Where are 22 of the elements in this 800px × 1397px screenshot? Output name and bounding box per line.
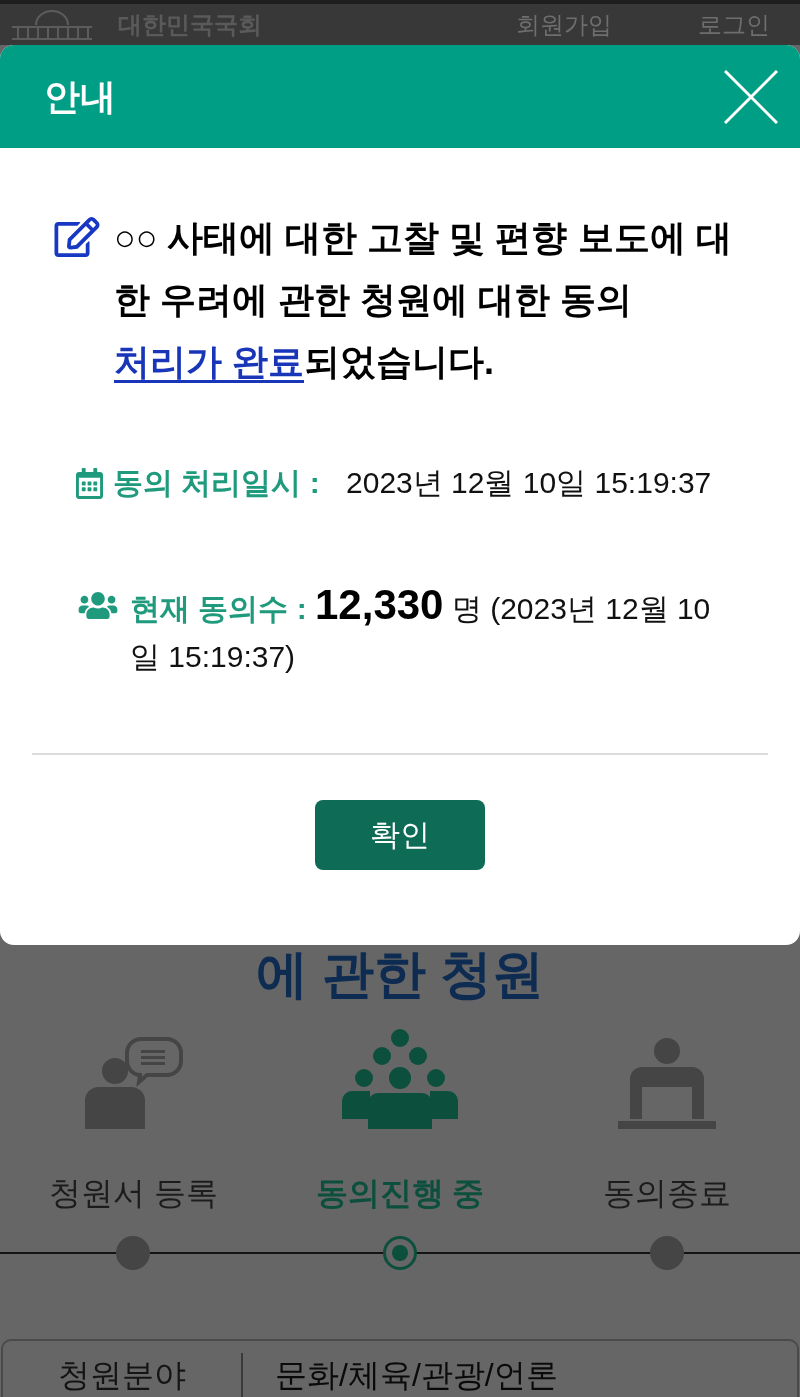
close-button[interactable] xyxy=(724,69,778,124)
petition-title: 에 관한 청원 xyxy=(255,945,545,1003)
group-of-people-icon xyxy=(342,1029,458,1129)
date-value: 2023년 12월 10일 15:19:37 xyxy=(346,466,712,499)
agreement-count-text: 현재 동의수 : 12,330 명 (2023년 12월 10일 15:19:37) xyxy=(130,581,712,675)
close-icon xyxy=(724,69,778,124)
confirm-button[interactable]: 확인 xyxy=(315,800,485,870)
step-label: 청원서 등록 xyxy=(48,1174,218,1213)
assembly-building-logo-icon[interactable] xyxy=(10,8,94,41)
message-text: ○○ 사태에 대한 고찰 및 편향 보도에 대한 우려에 관한 청원에 대한 동의 처리가 완료되었습니다. xyxy=(114,216,733,384)
dialog-title: 안내 xyxy=(44,74,116,119)
users-icon xyxy=(76,590,120,621)
step-label: 동의종료 xyxy=(602,1174,731,1213)
edit-icon xyxy=(54,217,100,257)
field-value: 문화/체육/관광/언론 xyxy=(275,1356,558,1395)
calendar-icon xyxy=(76,468,103,499)
completion-link[interactable]: 처리가 완료 xyxy=(114,341,304,382)
date-label: 동의 처리일시 : xyxy=(113,466,320,499)
person-at-podium-icon xyxy=(617,1037,716,1129)
step-label: 동의진행 중 xyxy=(315,1174,485,1213)
speaker-speech-bubble-icon xyxy=(83,1037,184,1129)
field-label: 청원분야 xyxy=(3,1353,243,1397)
